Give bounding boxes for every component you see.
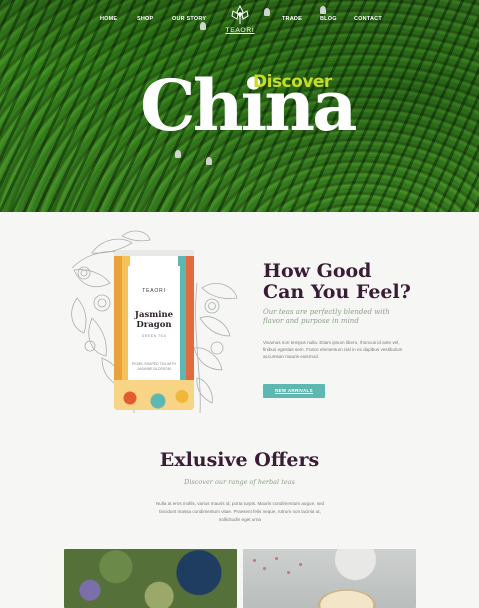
nav-shop[interactable]: SHOP: [137, 16, 153, 22]
tin-floral-pattern: [114, 380, 194, 410]
lotus-logo-icon: [231, 4, 249, 24]
tin-product-name: Jasmine Dragon: [134, 310, 174, 330]
tea-picker-figure: [206, 157, 212, 165]
tea-picker-figure: [320, 6, 326, 14]
tin-description: PEARL SHAPED TEA WITH JASMINE BLOSSOM: [131, 362, 177, 371]
feature-subheading: Our teas are perfectly blended with flav…: [263, 308, 390, 325]
feature-heading: How Good Can You Feel?: [263, 260, 411, 303]
offers-subheading: Discover our range of herbal teas: [184, 478, 295, 486]
nav-contact[interactable]: CONTACT: [354, 16, 382, 22]
hero-heading: China Discover: [140, 66, 357, 146]
tea-picker-figure: [175, 150, 181, 158]
tin-label: TEAORI Jasmine Dragon GREEN TEA PEARL SH…: [128, 266, 180, 396]
nav-our-story[interactable]: OUR STORY: [172, 16, 206, 22]
logo-text: TEAORI: [225, 27, 255, 34]
offers-heading: Exlusive Offers: [159, 449, 320, 471]
hero-overline: Discover: [253, 72, 332, 92]
offer-card-teapot[interactable]: [243, 549, 416, 608]
tin-brand: TEAORI: [142, 288, 166, 294]
offer-card-herbs[interactable]: [64, 549, 237, 608]
nav-home[interactable]: HOME: [100, 16, 117, 22]
new-arrivals-button[interactable]: NEW ARRIVALS: [263, 384, 325, 398]
nav-trade[interactable]: TRADE: [282, 16, 302, 22]
tea-picker-figure: [264, 8, 270, 16]
hero-banner: HOME SHOP OUR STORY TRADE BLOG CONTACT T…: [0, 0, 479, 212]
nav-blog[interactable]: BLOG: [320, 16, 337, 22]
tin-tea-type: GREEN TEA: [141, 334, 167, 338]
site-logo[interactable]: TEAORI: [224, 4, 256, 34]
feature-body: Vivamus non tempus nulla. Etiam ipsum li…: [263, 340, 403, 360]
offers-body: Nulla at eros mollis, varius mauris id, …: [155, 501, 325, 522]
tea-tin-image: TEAORI Jasmine Dragon GREEN TEA PEARL SH…: [114, 250, 194, 410]
